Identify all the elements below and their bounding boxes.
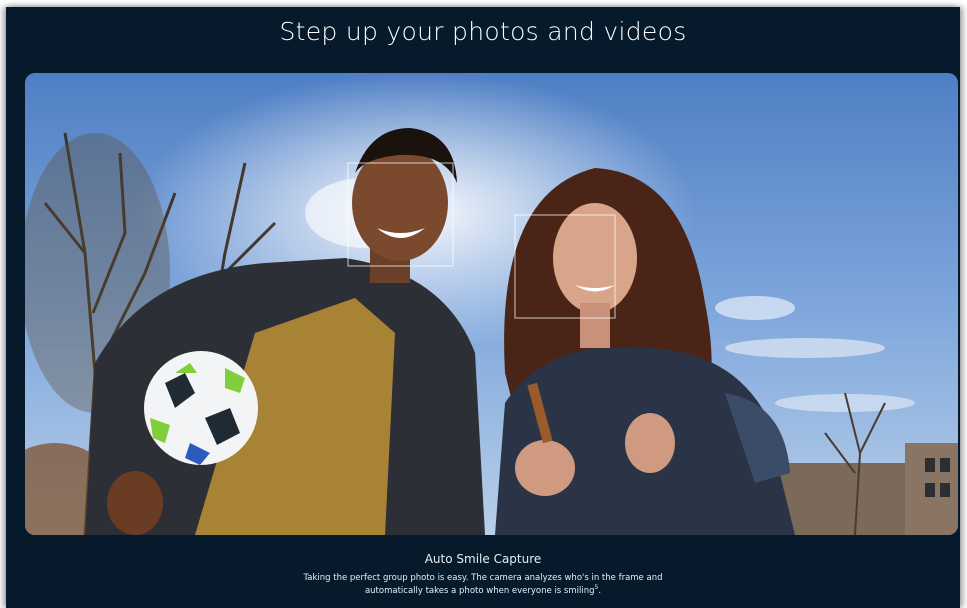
feature-description-line-1: Taking the perfect group photo is easy. … [303,573,663,583]
feature-description-line-2-text: automatically takes a photo when everyon… [364,585,595,596]
feature-title: Auto Smile Capture [424,552,542,566]
hero-photo [25,73,958,535]
feature-description-line-2: automatically takes a photo when everyon… [364,584,602,596]
footnote-marker[interactable]: 5 [595,584,599,591]
page-title: Step up your photos and videos [279,17,687,46]
feature-description: Taking the perfect group photo is easy. … [6,573,960,596]
promo-panel: Step up your photos and videos Auto Smil… [6,7,960,608]
